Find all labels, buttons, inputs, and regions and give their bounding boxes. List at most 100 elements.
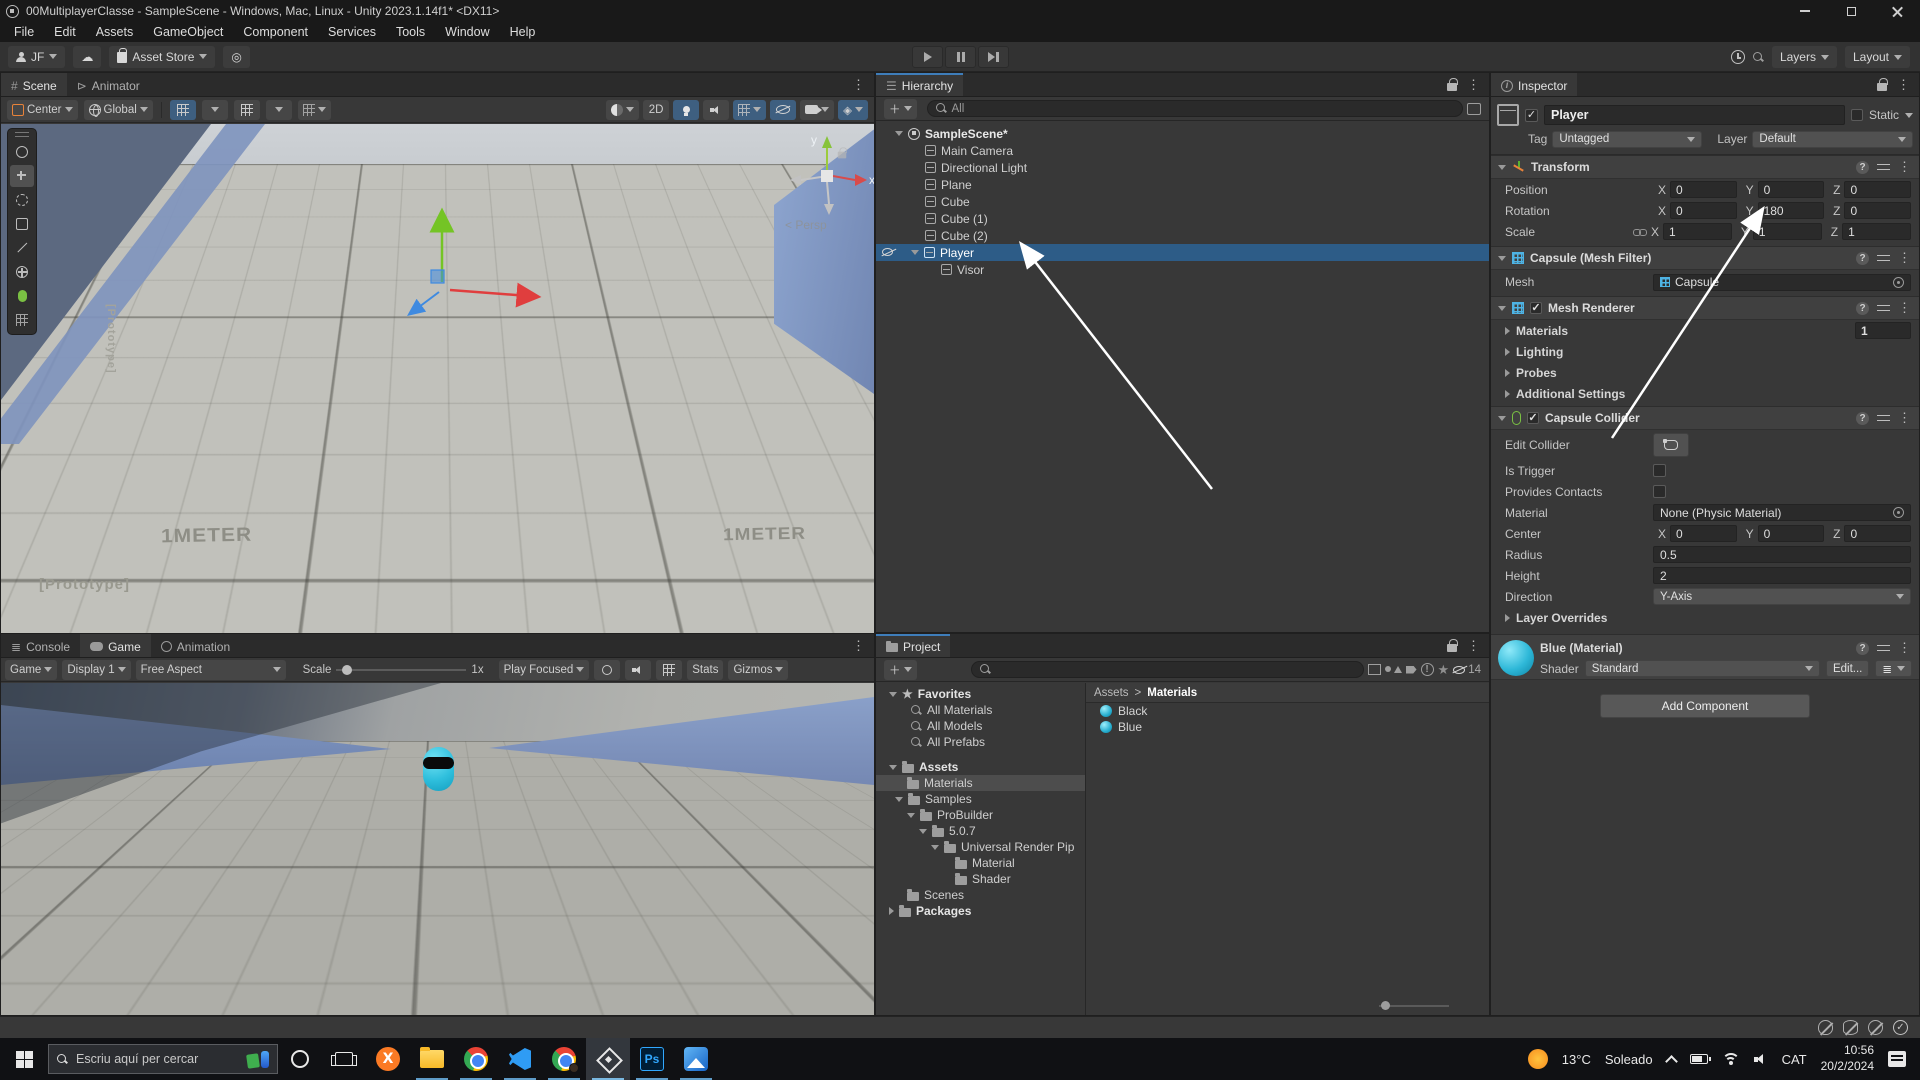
hierarchy-item-cube-2[interactable]: Cube (2) (876, 227, 1489, 244)
transform-header[interactable]: Transform ? ⋮ (1491, 155, 1919, 179)
tree-scenes[interactable]: Scenes (876, 887, 1085, 903)
taskbar-file-explorer[interactable] (410, 1038, 454, 1080)
presets-icon[interactable] (1877, 413, 1890, 424)
gameobject-name-field[interactable]: Player (1544, 105, 1845, 125)
scale-y-field[interactable]: 1 (1752, 223, 1822, 240)
height-field[interactable]: 2 (1653, 567, 1911, 584)
wifi-icon[interactable] (1721, 1052, 1740, 1066)
center-z-field[interactable]: 0 (1844, 525, 1912, 542)
tree-all-prefabs[interactable]: All Prefabs (876, 734, 1085, 750)
cloud-button[interactable]: ☁ (73, 45, 102, 68)
maximize-button[interactable] (1828, 0, 1874, 22)
hierarchy-item-cube-1[interactable]: Cube (1) (876, 210, 1489, 227)
additional-settings-foldout[interactable]: Additional Settings (1491, 383, 1919, 404)
help-icon[interactable]: ? (1856, 301, 1869, 315)
hierarchy-search-input[interactable]: All (926, 100, 1463, 117)
scene-lighting-toggle[interactable] (673, 99, 700, 120)
component-enabled-checkbox[interactable]: ✓ (1527, 412, 1539, 424)
tag-dropdown[interactable]: Untagged (1552, 130, 1703, 148)
scale-z-field[interactable]: 1 (1842, 223, 1911, 240)
is-trigger-checkbox[interactable] (1653, 464, 1666, 477)
tree-material[interactable]: Material (876, 855, 1085, 871)
component-menu-dots[interactable]: ⋮ (1898, 640, 1912, 656)
scale-slider[interactable] (336, 664, 467, 675)
scale-x-field[interactable]: 1 (1663, 223, 1732, 240)
search-icon[interactable] (1752, 51, 1764, 63)
vsync-button[interactable] (656, 659, 683, 680)
tab-inspector[interactable]: i Inspector (1491, 73, 1578, 96)
hierarchy-lock-icon[interactable] (1447, 78, 1458, 91)
step-button[interactable] (978, 46, 1009, 68)
gizmo-lock-icon[interactable] (837, 147, 847, 159)
help-icon[interactable]: ? (1856, 160, 1869, 174)
volume-icon[interactable] (1753, 1053, 1768, 1065)
game-viewport[interactable] (1, 683, 874, 1015)
shader-dropdown[interactable]: Standard (1584, 660, 1820, 677)
materials-count-field[interactable]: 1 (1855, 322, 1911, 339)
player-capsule[interactable] (393, 222, 490, 390)
mute-audio-button[interactable] (625, 659, 652, 680)
tab-hierarchy[interactable]: ☰ Hierarchy (876, 73, 964, 96)
taskbar-vscode[interactable] (498, 1038, 542, 1080)
debugger-disabled-icon[interactable] (1818, 1020, 1833, 1035)
filter-type-icon[interactable] (1384, 666, 1402, 673)
grid-tool[interactable] (10, 309, 34, 331)
hierarchy-item-visor[interactable]: Visor (876, 261, 1489, 278)
uniform-scale-link-icon[interactable] (1633, 227, 1647, 236)
frame-debugger-button[interactable] (594, 659, 621, 680)
center-y-field[interactable]: 0 (1757, 525, 1825, 542)
tab-scene[interactable]: # Scene (1, 73, 67, 96)
tree-all-models[interactable]: All Models (876, 718, 1085, 734)
help-icon[interactable]: ? (1856, 641, 1869, 655)
physic-material-field[interactable]: None (Physic Material) (1653, 504, 1911, 521)
scene-camera-dropdown[interactable] (800, 99, 835, 120)
filter-important-icon[interactable]: ! (1420, 663, 1434, 676)
weather-desc[interactable]: Soleado (1605, 1052, 1653, 1067)
taskbar-task-view[interactable] (322, 1038, 366, 1080)
lighting-foldout[interactable]: Lighting (1491, 341, 1919, 362)
filter-label-icon[interactable] (1405, 665, 1417, 674)
edit-collider-button[interactable] (1653, 433, 1689, 457)
presets-icon[interactable] (1877, 303, 1890, 314)
hierarchy-item-cube[interactable]: Cube (876, 193, 1489, 210)
tree-shader[interactable]: Shader (876, 871, 1085, 887)
presets-icon[interactable] (1877, 253, 1890, 264)
taskbar-xampp[interactable]: X (366, 1038, 410, 1080)
snap-settings-button[interactable] (297, 99, 331, 120)
rotate-tool[interactable] (10, 189, 34, 211)
center-x-field[interactable]: 0 (1670, 525, 1737, 542)
pause-button[interactable] (945, 46, 976, 68)
taskbar-cortana[interactable] (278, 1038, 322, 1080)
probes-foldout[interactable]: Probes (1491, 362, 1919, 383)
scene-audio-toggle[interactable] (703, 99, 730, 120)
hierarchy-item-player[interactable]: Player (876, 244, 1489, 261)
menu-assets[interactable]: Assets (86, 25, 144, 39)
mesh-renderer-header[interactable]: ✓ Mesh Renderer ? ⋮ (1491, 296, 1919, 320)
component-menu-dots[interactable]: ⋮ (1898, 159, 1912, 175)
project-lock-icon[interactable] (1447, 639, 1458, 652)
object-picker-icon[interactable] (1893, 276, 1904, 288)
asset-store-dropdown[interactable]: Asset Store (109, 45, 216, 68)
layer-dropdown[interactable]: Default (1752, 130, 1913, 148)
menu-help[interactable]: Help (500, 25, 546, 39)
tree-samples[interactable]: Samples (876, 791, 1085, 807)
display-dropdown[interactable]: Display 1 (62, 659, 131, 680)
clock[interactable]: 10:56 20/2/2024 (1821, 1043, 1874, 1074)
persp-label[interactable]: < Persp (785, 218, 827, 232)
move-tool[interactable] (10, 165, 34, 187)
auto-refresh-disabled-icon[interactable] (1868, 1020, 1883, 1035)
tab-game[interactable]: Game (80, 634, 151, 657)
taskbar-photos[interactable] (674, 1038, 718, 1080)
draw-mode-dropdown[interactable] (606, 99, 640, 120)
filter-favorites-icon[interactable]: ★ (1438, 662, 1450, 678)
account-dropdown[interactable]: JF (8, 45, 66, 68)
layer-overrides-foldout[interactable]: Layer Overrides (1491, 607, 1919, 628)
help-icon[interactable]: ? (1856, 411, 1869, 425)
game-menu-dots[interactable]: ⋮ (852, 634, 874, 657)
hierarchy-picker-icon[interactable] (1467, 102, 1481, 115)
static-dropdown-caret[interactable] (1905, 112, 1913, 118)
asset-black-material[interactable]: Black (1086, 703, 1489, 719)
hierarchy-add-button[interactable]: ＋ (884, 98, 917, 119)
tree-probuilder[interactable]: ProBuilder (876, 807, 1085, 823)
start-button[interactable] (0, 1038, 48, 1080)
